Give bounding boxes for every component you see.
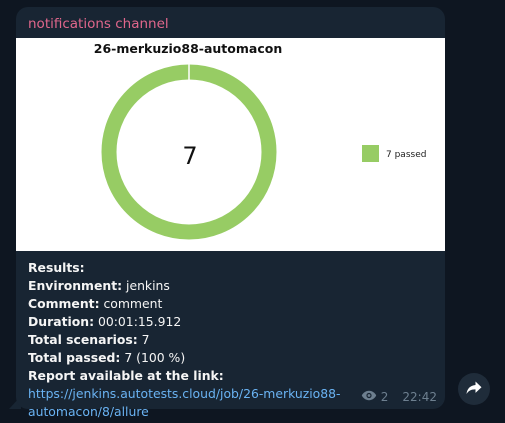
chat-view: notifications channel 26-merkuzio88-auto… [0,0,505,423]
environment-label: Environment: [28,278,123,293]
total-passed-line: Total passed: 7 (100 %) [28,349,438,367]
total-passed-value: 7 (100 %) [120,350,186,365]
message-time: 22:42 [402,390,437,404]
legend-label: 7 passed [386,150,426,160]
view-count: 2 [380,390,389,404]
total-scenarios-value: 7 [137,332,150,347]
share-button[interactable] [458,373,490,405]
message-meta: 2 22:42 [361,390,437,404]
donut-chart: 26-merkuzio88-automacon 7 7 passed [94,41,426,240]
chart-center-value: 7 [182,142,197,170]
eye-icon [361,390,377,404]
message-bubble: notifications channel 26-merkuzio88-auto… [16,7,445,419]
results-heading: Results: [28,260,85,275]
total-scenarios-line: Total scenarios: 7 [28,331,438,349]
duration-value: 00:01:15.912 [94,314,182,329]
duration-line: Duration: 00:01:15.912 [28,313,438,331]
channel-name[interactable]: notifications channel [28,16,169,32]
duration-label: Duration: [28,314,95,329]
chart-legend: 7 passed [362,145,426,162]
comment-line: Comment: comment [28,295,438,313]
total-passed-label: Total passed: [28,350,121,365]
comment-value: comment [99,296,163,311]
legend-swatch [362,145,379,162]
report-label: Report available at the link: [28,368,224,383]
comment-label: Comment: [28,296,100,311]
report-link[interactable]: https://jenkins.autotests.cloud/job/26-m… [28,386,341,419]
total-scenarios-label: Total scenarios: [28,332,138,347]
environment-line: Environment: jenkins [28,277,438,295]
environment-value: jenkins [122,278,170,293]
chart-image[interactable]: 26-merkuzio88-automacon 7 7 passed [16,38,445,251]
chart-title: 26-merkuzio88-automacon [94,41,282,56]
share-arrow-icon [466,380,482,399]
